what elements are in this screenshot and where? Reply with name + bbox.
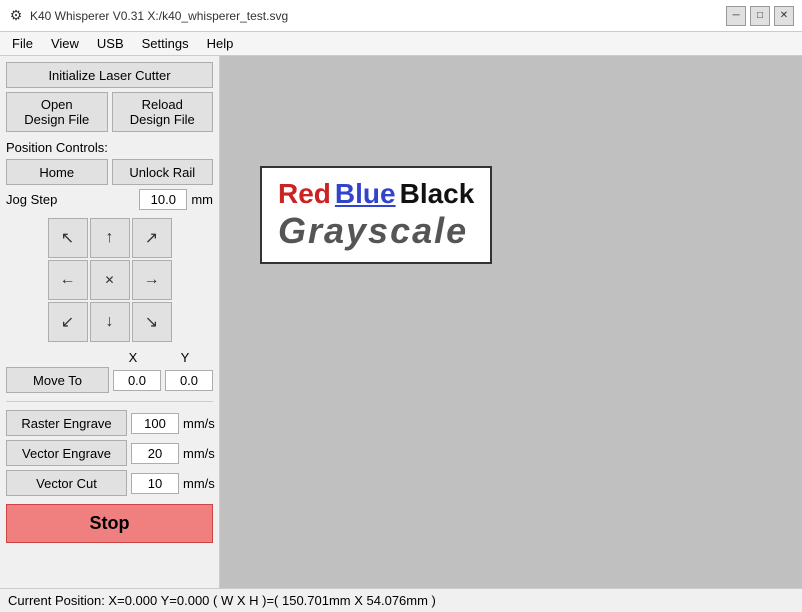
stop-button[interactable]: Stop bbox=[6, 504, 213, 543]
directional-pad: ↖ ↑ ↗ ← ✕ → ↙ ↓ ↘ bbox=[48, 218, 172, 342]
x-axis-label: X bbox=[109, 350, 157, 365]
menu-usb[interactable]: USB bbox=[89, 34, 132, 53]
title-bar-controls[interactable]: ─ □ ✕ bbox=[726, 6, 794, 26]
jog-botright-button[interactable]: ↘ bbox=[132, 302, 172, 342]
title-bar-left: ⚙ K40 Whisperer V0.31 X:/k40_whisperer_t… bbox=[8, 8, 288, 24]
y-axis-label: Y bbox=[161, 350, 209, 365]
jog-step-input[interactable] bbox=[139, 189, 187, 210]
jog-down-button[interactable]: ↓ bbox=[90, 302, 130, 342]
jog-unit-label: mm bbox=[191, 192, 213, 207]
jog-topright-button[interactable]: ↗ bbox=[132, 218, 172, 258]
jog-up-button[interactable]: ↑ bbox=[90, 218, 130, 258]
status-bar: Current Position: X=0.000 Y=0.000 ( W X … bbox=[0, 588, 802, 612]
menu-view[interactable]: View bbox=[43, 34, 87, 53]
left-panel: Initialize Laser Cutter OpenDesign File … bbox=[0, 56, 220, 588]
reload-design-button[interactable]: ReloadDesign File bbox=[112, 92, 214, 132]
file-buttons-row: OpenDesign File ReloadDesign File bbox=[6, 92, 213, 132]
dpad-container: ↖ ↑ ↗ ← ✕ → ↙ ↓ ↘ bbox=[6, 218, 213, 342]
vector-cut-button[interactable]: Vector Cut bbox=[6, 470, 127, 496]
preview-blue-text: Blue bbox=[335, 178, 396, 210]
design-preview: Red Blue Black Grayscale bbox=[260, 166, 492, 264]
menu-file[interactable]: File bbox=[4, 34, 41, 53]
raster-engrave-button[interactable]: Raster Engrave bbox=[6, 410, 127, 436]
menu-help[interactable]: Help bbox=[199, 34, 242, 53]
preview-black-text: Black bbox=[400, 178, 475, 210]
jog-right-button[interactable]: → bbox=[132, 260, 172, 300]
move-y-input[interactable] bbox=[165, 370, 213, 391]
canvas-area: Red Blue Black Grayscale bbox=[220, 56, 802, 588]
move-to-button[interactable]: Move To bbox=[6, 367, 109, 393]
jog-topleft-button[interactable]: ↖ bbox=[48, 218, 88, 258]
vector-engrave-speed-input[interactable] bbox=[131, 443, 179, 464]
vector-engrave-button[interactable]: Vector Engrave bbox=[6, 440, 127, 466]
moveto-section: X Y Move To bbox=[6, 350, 213, 393]
preview-red-text: Red bbox=[278, 178, 331, 210]
vector-cut-row: Vector Cut mm/s bbox=[6, 470, 213, 496]
preview-line2: Grayscale bbox=[278, 210, 474, 252]
moveto-row: Move To bbox=[6, 367, 213, 393]
vector-engrave-unit: mm/s bbox=[183, 446, 213, 461]
preview-line1: Red Blue Black bbox=[278, 178, 474, 210]
title-text: K40 Whisperer V0.31 X:/k40_whisperer_tes… bbox=[30, 9, 288, 23]
jog-step-row: Jog Step mm bbox=[6, 189, 213, 210]
jog-left-button[interactable]: ← bbox=[48, 260, 88, 300]
raster-speed-unit: mm/s bbox=[183, 416, 213, 431]
menu-bar: File View USB Settings Help bbox=[0, 32, 802, 56]
open-design-button[interactable]: OpenDesign File bbox=[6, 92, 108, 132]
vector-cut-unit: mm/s bbox=[183, 476, 213, 491]
title-bar: ⚙ K40 Whisperer V0.31 X:/k40_whisperer_t… bbox=[0, 0, 802, 32]
status-text: Current Position: X=0.000 Y=0.000 ( W X … bbox=[8, 593, 436, 608]
vector-cut-speed-input[interactable] bbox=[131, 473, 179, 494]
separator-1 bbox=[6, 401, 213, 402]
app-icon: ⚙ bbox=[8, 8, 24, 24]
close-button[interactable]: ✕ bbox=[774, 6, 794, 26]
unlock-rail-button[interactable]: Unlock Rail bbox=[112, 159, 214, 185]
home-button[interactable]: Home bbox=[6, 159, 108, 185]
jog-step-label: Jog Step bbox=[6, 192, 135, 207]
jog-center-button[interactable]: ✕ bbox=[90, 260, 130, 300]
position-controls-label: Position Controls: bbox=[6, 140, 213, 155]
menu-settings[interactable]: Settings bbox=[134, 34, 197, 53]
home-unlock-row: Home Unlock Rail bbox=[6, 159, 213, 185]
moveto-header: X Y bbox=[6, 350, 213, 365]
maximize-button[interactable]: □ bbox=[750, 6, 770, 26]
minimize-button[interactable]: ─ bbox=[726, 6, 746, 26]
main-container: Initialize Laser Cutter OpenDesign File … bbox=[0, 56, 802, 588]
initialize-button[interactable]: Initialize Laser Cutter bbox=[6, 62, 213, 88]
vector-engrave-row: Vector Engrave mm/s bbox=[6, 440, 213, 466]
jog-botleft-button[interactable]: ↙ bbox=[48, 302, 88, 342]
raster-engrave-row: Raster Engrave mm/s bbox=[6, 410, 213, 436]
move-x-input[interactable] bbox=[113, 370, 161, 391]
raster-engrave-speed-input[interactable] bbox=[131, 413, 179, 434]
